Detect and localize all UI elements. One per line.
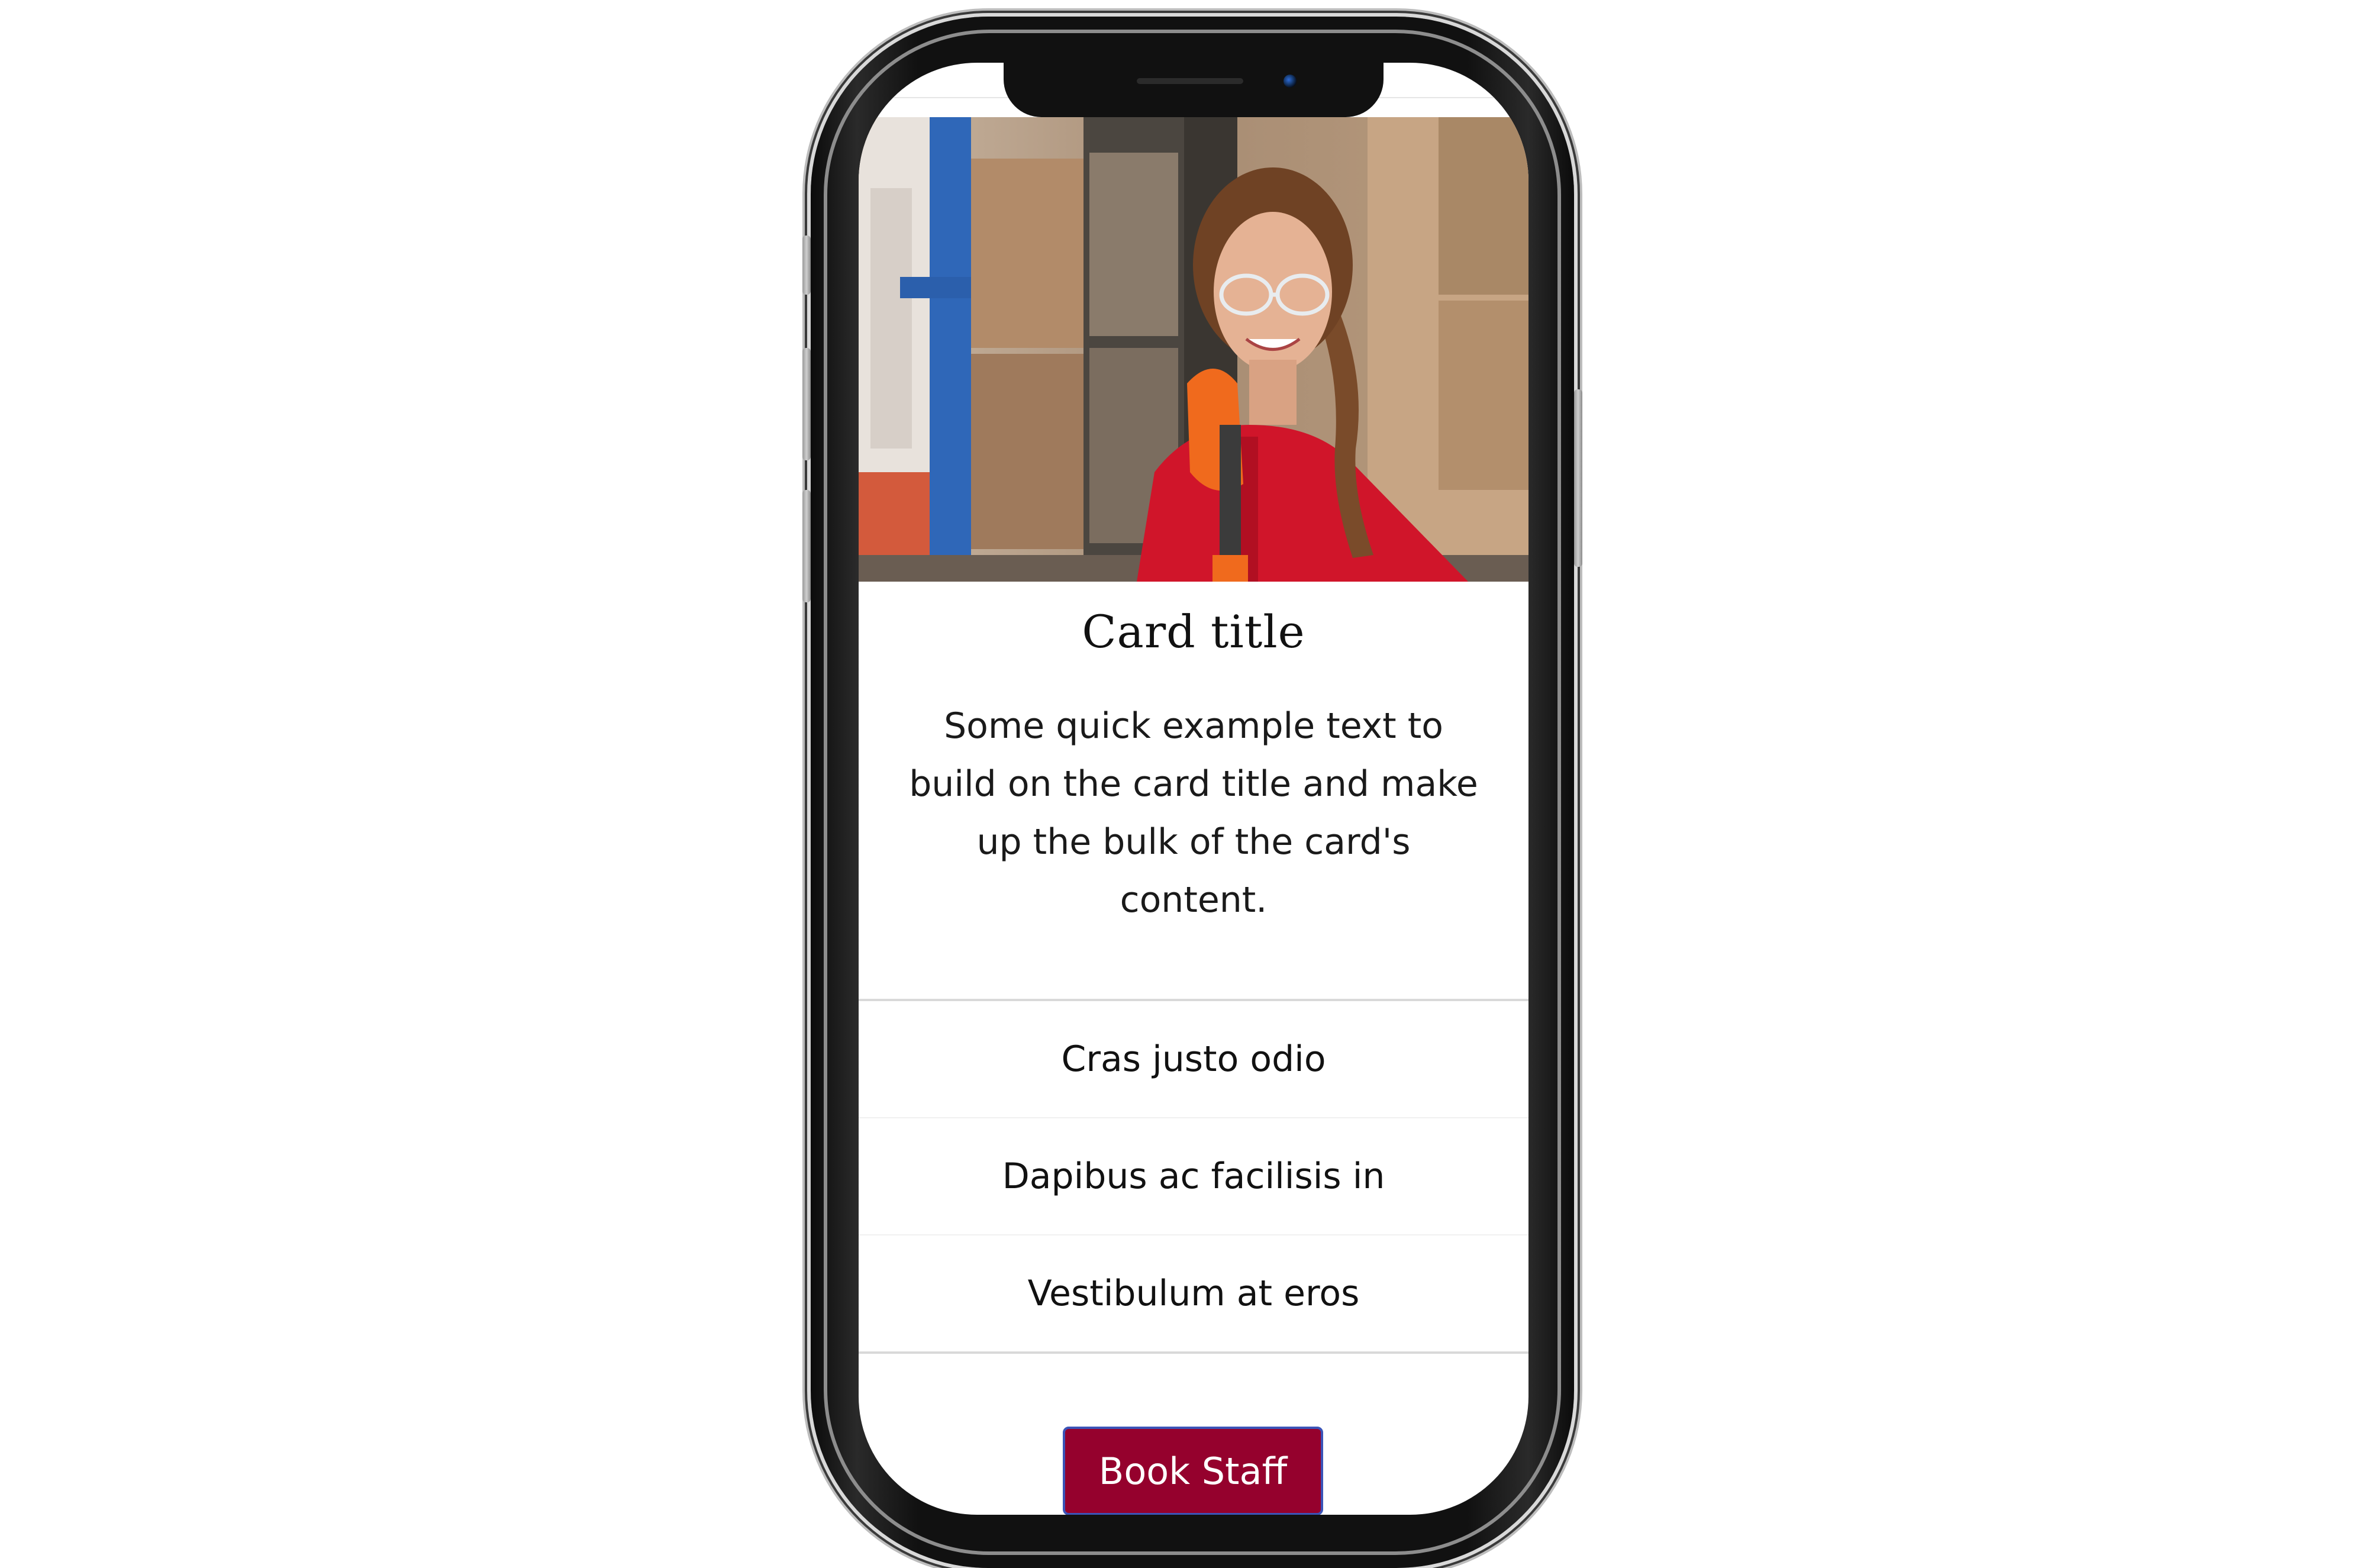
volume-down-button <box>802 490 811 602</box>
list-item: Cras justo odio <box>859 1001 1528 1118</box>
phone-screen: Card title Some quick example text to bu… <box>859 63 1528 1515</box>
card-text: Some quick example text to build on the … <box>909 705 1478 921</box>
list-group: Cras justo odio Dapibus ac facilisis in … <box>859 999 1528 1354</box>
notch <box>1004 63 1384 117</box>
card-title: Card title <box>1082 605 1305 658</box>
volume-up-button <box>802 348 811 460</box>
speaker-grille <box>1137 78 1243 84</box>
book-staff-button[interactable]: Book Staff <box>1063 1427 1323 1515</box>
front-camera <box>1284 75 1297 88</box>
list-item: Vestibulum at eros <box>1027 1273 1360 1314</box>
card-image <box>859 117 1528 582</box>
power-button <box>1574 389 1582 567</box>
silent-switch <box>802 235 811 295</box>
warehouse-worker-photo <box>859 117 1528 582</box>
list-item: Dapibus ac facilisis in <box>859 1118 1528 1235</box>
